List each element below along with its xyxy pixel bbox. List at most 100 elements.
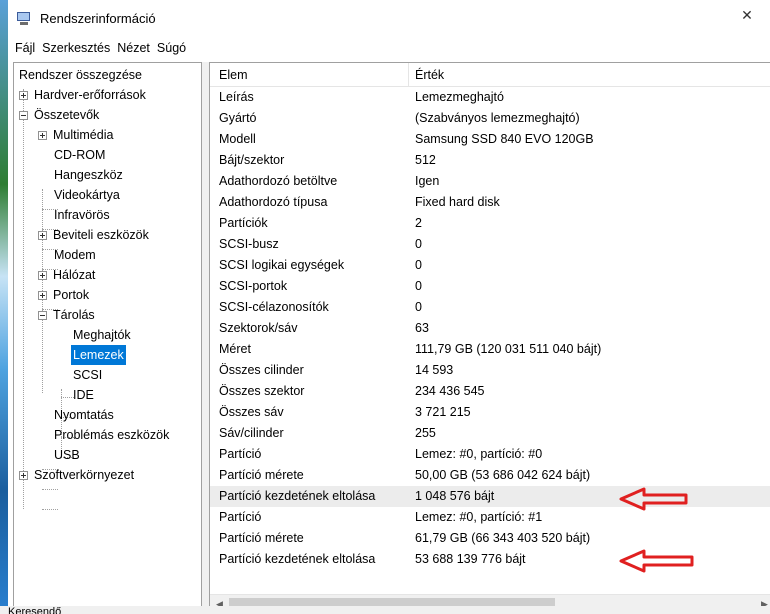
category-tree[interactable]: Rendszer összegzése Hardver-erőforrások Ös… bbox=[13, 62, 202, 614]
tree-item[interactable]: Meghajtók bbox=[71, 325, 133, 345]
tree-item-label: Lemezek bbox=[71, 345, 126, 365]
tree-connector-line bbox=[23, 89, 24, 509]
tree-item[interactable]: SCSI bbox=[71, 365, 104, 385]
tree-item[interactable]: Multimédia bbox=[38, 125, 115, 145]
list-row[interactable]: Összes szektor 234 436 545 bbox=[210, 381, 770, 402]
menu-edit[interactable]: Szerkesztés bbox=[41, 41, 116, 55]
tree-item[interactable]: Lemezek bbox=[71, 345, 126, 365]
list-row[interactable]: SCSI-célazonosítók 0 bbox=[210, 297, 770, 318]
desktop-background bbox=[0, 0, 8, 614]
tree-item-label: Videokártya bbox=[54, 188, 120, 202]
tree-item[interactable]: Modem bbox=[52, 245, 98, 265]
collapse-icon[interactable] bbox=[38, 310, 47, 320]
list-row[interactable]: Összes sáv 3 721 215 bbox=[210, 402, 770, 423]
row-ertek: 0 bbox=[415, 258, 422, 272]
tree-connector-line bbox=[42, 509, 58, 510]
row-elem: Partíciók bbox=[219, 216, 268, 230]
menu-view[interactable]: Nézet bbox=[116, 41, 156, 55]
tree-item[interactable]: CD-ROM bbox=[52, 145, 107, 165]
row-ertek: 53 688 139 776 bájt bbox=[415, 552, 526, 566]
list-row[interactable]: Gyártó (Szabványos lemezmeghajtó) bbox=[210, 108, 770, 129]
expand-icon[interactable] bbox=[38, 270, 47, 280]
row-elem: Sáv/cilinder bbox=[219, 426, 284, 440]
row-elem: SCSI logikai egységek bbox=[219, 258, 345, 272]
tree-connector-line bbox=[42, 489, 58, 490]
list-row[interactable]: SCSI logikai egységek 0 bbox=[210, 255, 770, 276]
expand-icon[interactable] bbox=[19, 470, 28, 480]
tree-item[interactable]: Problémás eszközök bbox=[52, 425, 171, 445]
pane-splitter[interactable] bbox=[202, 62, 209, 614]
system-info-icon bbox=[16, 10, 32, 26]
list-row[interactable]: Adathordozó típusa Fixed hard disk bbox=[210, 192, 770, 213]
row-elem: Partíció mérete bbox=[219, 531, 304, 545]
tree-item[interactable]: Infravörös bbox=[52, 205, 112, 225]
tree-item[interactable]: Hangeszköz bbox=[52, 165, 125, 185]
tree-item[interactable]: Hardver-erőforrások bbox=[19, 85, 148, 105]
list-row[interactable]: Sáv/cilinder 255 bbox=[210, 423, 770, 444]
tree-item-label: Multimédia bbox=[53, 128, 114, 142]
row-ertek: 2 bbox=[415, 216, 422, 230]
collapse-icon[interactable] bbox=[19, 110, 28, 120]
row-ertek: 61,79 GB (66 343 403 520 bájt) bbox=[415, 531, 591, 545]
tree-item-label: Modem bbox=[54, 248, 96, 262]
window-title: Rendszerinformáció bbox=[40, 10, 156, 26]
tree-item[interactable]: Hálózat bbox=[38, 265, 97, 285]
row-elem: Összes cilinder bbox=[219, 363, 304, 377]
row-elem: Szektorok/sáv bbox=[219, 321, 298, 335]
expand-icon[interactable] bbox=[38, 290, 47, 300]
row-elem: SCSI-busz bbox=[219, 237, 279, 251]
list-row[interactable]: Partíció Lemez: #0, partíció: #0 bbox=[210, 444, 770, 465]
list-row[interactable]: Bájt/szektor 512 bbox=[210, 150, 770, 171]
row-ertek: Samsung SSD 840 EVO 120GB bbox=[415, 132, 594, 146]
tree-item[interactable]: Beviteli eszközök bbox=[38, 225, 151, 245]
tree-item-label: Infravörös bbox=[54, 208, 110, 222]
list-row[interactable]: Szektorok/sáv 63 bbox=[210, 318, 770, 339]
tree-item-label: USB bbox=[54, 448, 80, 462]
system-information-window: Rendszerinformáció ✕ Fájl Szerkesztés Né… bbox=[8, 0, 770, 614]
list-row[interactable]: SCSI-busz 0 bbox=[210, 234, 770, 255]
tree-item[interactable]: USB bbox=[52, 445, 82, 465]
list-row[interactable]: Modell Samsung SSD 840 EVO 120GB bbox=[210, 129, 770, 150]
tree-item[interactable]: Nyomtatás bbox=[52, 405, 116, 425]
close-icon: ✕ bbox=[741, 6, 753, 23]
list-row[interactable]: Méret 111,79 GB (120 031 511 040 bájt) bbox=[210, 339, 770, 360]
list-row[interactable]: Partíció mérete 61,79 GB (66 343 403 520 … bbox=[210, 528, 770, 549]
tree-item[interactable]: Szoftverkörnyezet bbox=[19, 465, 136, 485]
row-elem: Gyártó bbox=[219, 111, 257, 125]
tree-item[interactable]: Portok bbox=[38, 285, 91, 305]
menu-bar: Fájl Szerkesztés Nézet Súgó bbox=[8, 36, 770, 60]
tree-item[interactable]: Videokártya bbox=[52, 185, 122, 205]
menu-help[interactable]: Súgó bbox=[156, 41, 192, 55]
red-arrow-annotation-1 bbox=[619, 487, 688, 511]
list-row[interactable]: Partíciók 2 bbox=[210, 213, 770, 234]
tree-item[interactable]: Rendszer összegzése bbox=[17, 65, 144, 85]
list-row[interactable]: Összes cilinder 14 593 bbox=[210, 360, 770, 381]
row-ertek: 234 436 545 bbox=[415, 384, 485, 398]
row-elem: Bájt/szektor bbox=[219, 153, 285, 167]
expand-icon[interactable] bbox=[38, 130, 47, 140]
tree-item-label: Hardver-erőforrások bbox=[34, 88, 146, 102]
expand-icon[interactable] bbox=[19, 90, 28, 100]
row-ertek: (Szabványos lemezmeghajtó) bbox=[415, 111, 580, 125]
row-ertek: 512 bbox=[415, 153, 436, 167]
list-row[interactable]: Leírás Lemezmeghajtó bbox=[210, 87, 770, 108]
tree-item[interactable]: Tárolás bbox=[38, 305, 97, 325]
list-header: Elem Érték bbox=[210, 63, 770, 87]
column-header-ertek[interactable]: Érték bbox=[409, 63, 444, 87]
close-button[interactable]: ✕ bbox=[724, 0, 770, 30]
tree-item[interactable]: IDE bbox=[71, 385, 96, 405]
row-elem: Összes szektor bbox=[219, 384, 305, 398]
tree-item-label: IDE bbox=[73, 388, 94, 402]
row-ertek: Lemezmeghajtó bbox=[415, 90, 504, 104]
list-row[interactable]: Adathordozó betöltve Igen bbox=[210, 171, 770, 192]
status-text: Keresendő bbox=[8, 606, 62, 614]
tree-item-label: Beviteli eszközök bbox=[53, 228, 149, 242]
column-header-elem[interactable]: Elem bbox=[210, 63, 409, 87]
tree-item[interactable]: Összetevők bbox=[19, 105, 101, 125]
list-row[interactable]: SCSI-portok 0 bbox=[210, 276, 770, 297]
list-row[interactable]: Partíció mérete 50,00 GB (53 686 042 624 … bbox=[210, 465, 770, 486]
menu-file[interactable]: Fájl bbox=[14, 41, 41, 55]
row-ertek: 0 bbox=[415, 237, 422, 251]
expand-icon[interactable] bbox=[38, 230, 47, 240]
tree-item-label: Nyomtatás bbox=[54, 408, 114, 422]
